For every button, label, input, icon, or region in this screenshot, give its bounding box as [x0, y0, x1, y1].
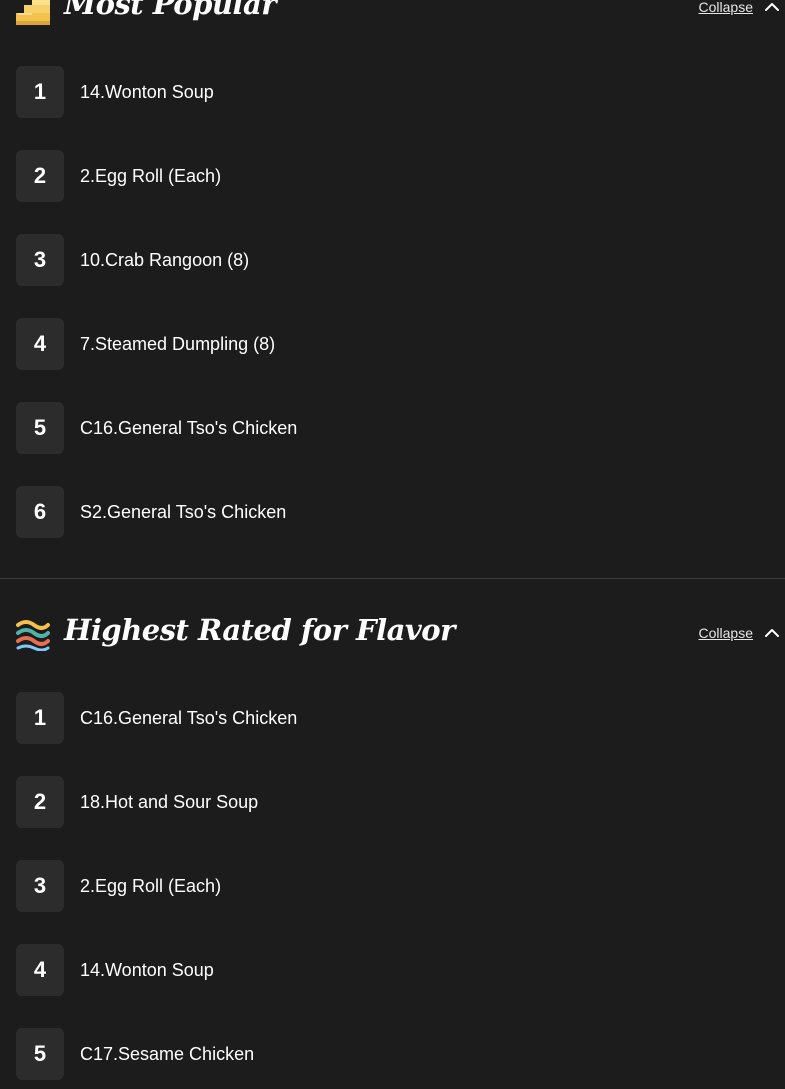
rank-badge: 3	[16, 234, 64, 286]
item-name: C16.General Tso's Chicken	[80, 707, 298, 728]
stairs-icon	[16, 0, 50, 25]
rank-badge: 2	[16, 776, 64, 828]
item-name: 14.Wonton Soup	[80, 959, 214, 980]
section-title: Highest Rated for Flavor	[64, 613, 455, 647]
section-most-popular: Most Popular Collapse 1 14.Wonton Soup 2…	[0, 0, 785, 538]
item-name: 18.Hot and Sour Soup	[80, 791, 259, 812]
collapse-button[interactable]: Collapse	[699, 624, 781, 642]
list-item[interactable]: 5 C17.Sesame Chicken	[16, 1028, 776, 1080]
section-header: Most Popular Collapse	[0, 0, 785, 44]
rank-badge: 6	[16, 486, 64, 538]
chevron-up-icon	[765, 629, 779, 637]
section-highest-rated-flavor: Highest Rated for Flavor Collapse 1 C16.…	[0, 600, 785, 1080]
flavor-lines-icon	[16, 617, 50, 652]
item-name: 10.Crab Rangoon (8)	[80, 249, 250, 270]
section-title: Most Popular	[64, 0, 277, 21]
list-item[interactable]: 3 10.Crab Rangoon (8)	[16, 234, 776, 286]
rank-badge: 1	[16, 66, 64, 118]
rank-badge: 4	[16, 318, 64, 370]
collapse-button[interactable]: Collapse	[699, 0, 781, 16]
list-item[interactable]: 4 14.Wonton Soup	[16, 944, 776, 996]
rank-badge: 2	[16, 150, 64, 202]
section-header: Highest Rated for Flavor Collapse	[0, 600, 785, 670]
list-item[interactable]: 2 18.Hot and Sour Soup	[16, 776, 776, 828]
list-item[interactable]: 6 S2.General Tso's Chicken	[16, 486, 776, 538]
list-item[interactable]: 3 2.Egg Roll (Each)	[16, 860, 776, 912]
collapse-label: Collapse	[698, 0, 753, 15]
rank-badge: 4	[16, 944, 64, 996]
collapse-label: Collapse	[698, 625, 753, 641]
item-name: 14.Wonton Soup	[80, 81, 214, 102]
rank-badge: 5	[16, 1028, 64, 1080]
item-name: 2.Egg Roll (Each)	[80, 875, 222, 896]
list-item[interactable]: 4 7.Steamed Dumpling (8)	[16, 318, 776, 370]
item-name: S2.General Tso's Chicken	[80, 501, 287, 522]
rank-badge: 5	[16, 402, 64, 454]
rank-badge: 1	[16, 692, 64, 744]
item-name: C17.Sesame Chicken	[80, 1043, 255, 1064]
item-name: C16.General Tso's Chicken	[80, 417, 298, 438]
item-name: 7.Steamed Dumpling (8)	[80, 333, 276, 354]
ranked-lists-page: Most Popular Collapse 1 14.Wonton Soup 2…	[0, 0, 785, 1089]
chevron-up-icon	[765, 3, 779, 11]
list-item[interactable]: 1 14.Wonton Soup	[16, 66, 776, 118]
list-item[interactable]: 1 C16.General Tso's Chicken	[16, 692, 776, 744]
list-item[interactable]: 2 2.Egg Roll (Each)	[16, 150, 776, 202]
rank-badge: 3	[16, 860, 64, 912]
list-item[interactable]: 5 C16.General Tso's Chicken	[16, 402, 776, 454]
section-divider	[0, 578, 785, 579]
item-name: 2.Egg Roll (Each)	[80, 165, 222, 186]
